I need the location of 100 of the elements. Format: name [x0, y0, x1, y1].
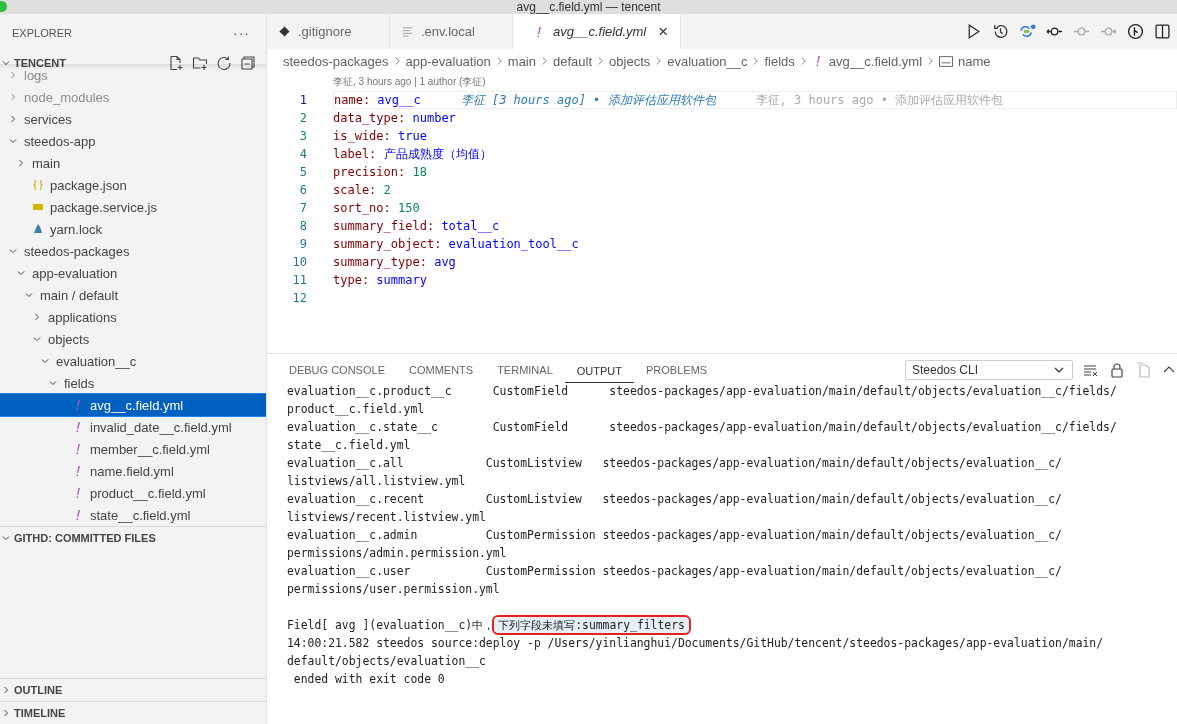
panel-tab[interactable]: PROBLEMS	[634, 356, 720, 384]
tree-item[interactable]: fields	[0, 372, 266, 394]
output-line: ended with exit code 0	[292, 672, 445, 686]
tree-item[interactable]: name.field.yml	[0, 460, 266, 482]
panel-tab[interactable]: COMMENTS	[396, 356, 486, 384]
editor-tab[interactable]: avg__c.field.yml ×	[513, 14, 682, 49]
close-button[interactable]: ×	[658, 21, 669, 42]
channel-dropdown[interactable]: Steedos CLI	[905, 360, 1073, 380]
output-line: state__c.field.yml	[287, 438, 411, 452]
chevron-icon[interactable]	[32, 312, 42, 322]
line-number: 1	[298, 93, 308, 107]
inline-blame: 李征, 3 hours ago • 添加评估应用软件包	[755, 91, 1004, 109]
line-number: 3	[298, 129, 308, 143]
output-line: evaluation__c.recent CustomListview steedos-packages/app-evaluation/main/default/objects/evaluation__c/	[287, 492, 1062, 506]
tree-item[interactable]: main / default	[0, 284, 266, 306]
code-line: summary_object: evaluation_tool__c	[333, 237, 579, 251]
panel-tab[interactable]: OUTPUT	[564, 357, 634, 383]
breadcrumb-item[interactable]: default	[553, 53, 593, 69]
chevron-icon[interactable]	[32, 334, 42, 344]
lock-icon[interactable]	[1109, 362, 1125, 378]
chevron-icon[interactable]	[1, 685, 11, 695]
chevron-icon[interactable]	[1, 533, 11, 543]
section-title[interactable]: GITHD: COMMITTED FILES	[14, 532, 266, 544]
chevron-icon	[752, 56, 760, 66]
window-title: avg__c.field.yml — tencent	[516, 0, 661, 14]
tree-item[interactable]: objects	[0, 328, 266, 350]
chevron-icon[interactable]	[48, 378, 58, 388]
chevron-icon[interactable]	[8, 114, 18, 124]
split-editor-icon[interactable]	[1154, 23, 1171, 40]
chevron-icon[interactable]	[16, 268, 26, 278]
new-folder-icon[interactable]	[192, 55, 208, 71]
chevron-icon	[927, 56, 935, 66]
collapse-all-icon[interactable]	[240, 55, 256, 71]
output-line: listviews/all.listview.yml	[287, 474, 466, 488]
tree-item[interactable]: product__c.field.yml	[0, 482, 266, 504]
tree-item[interactable]: member__c.field.yml	[0, 438, 266, 460]
tree-item[interactable]: package.json	[0, 174, 266, 196]
output-line: default/objects/evaluation__c	[287, 654, 486, 668]
line-number: 4	[298, 147, 308, 161]
tree-item[interactable]: main	[0, 152, 266, 174]
section-title[interactable]: TIMELINE	[14, 707, 266, 719]
section-title[interactable]: OUTLINE	[14, 684, 266, 696]
breadcrumb-item[interactable]: avg__c.field.yml	[828, 53, 923, 69]
output-line: evaluation__c.state__c CustomField steedos-packages/app-evaluation/main/default/objects/evaluation__c/fields/	[287, 420, 1117, 434]
breadcrumb-item[interactable]: fields	[764, 53, 795, 69]
tree-item[interactable]: steedos-app	[0, 130, 266, 152]
output-line: permissions/admin.permission.yml	[287, 546, 507, 560]
breadcrumb-item[interactable]: steedos-packages	[283, 53, 389, 69]
more-actions-button[interactable]: ···	[233, 25, 250, 41]
tree-item[interactable]: invalid_date__c.field.yml	[0, 416, 266, 438]
copy-icon[interactable]	[1135, 362, 1151, 378]
chevron-icon[interactable]	[8, 92, 18, 102]
tree-item[interactable]: avg__c.field.yml	[0, 394, 266, 416]
new-file-icon[interactable]	[168, 55, 184, 71]
breadcrumb-item[interactable]: main	[507, 53, 536, 69]
panel-tab[interactable]: DEBUG CONSOLE	[277, 356, 397, 384]
sidebar-title: EXPLORER	[12, 27, 72, 39]
code-line: name: avg__c	[334, 93, 421, 107]
tree-item[interactable]: services	[0, 108, 266, 130]
tree-item[interactable]: app-evaluation	[0, 262, 266, 284]
chevron-icon[interactable]	[40, 356, 50, 366]
blame-annotation[interactable]: 李征, 3 hours ago | 1 author (李征)	[333, 76, 486, 87]
chevron-icon[interactable]	[24, 290, 34, 300]
chevron-icon	[799, 56, 807, 66]
line-number: 6	[298, 183, 308, 197]
chevron-icon[interactable]	[8, 70, 18, 80]
sync-icon[interactable]	[1019, 23, 1036, 40]
tree-item[interactable]: steedos-packages	[0, 240, 266, 262]
line-number: 7	[298, 201, 308, 215]
tree-item[interactable]: applications	[0, 306, 266, 328]
chevron-icon	[597, 56, 605, 66]
code-line: precision: 18	[333, 165, 427, 179]
editor-tab[interactable]: .gitignore	[267, 14, 390, 49]
refresh-icon[interactable]	[216, 55, 232, 71]
chevron-icon[interactable]	[1, 58, 11, 68]
code-line: scale: 2	[333, 183, 391, 197]
output-line: listviews/recent.listview.yml	[287, 510, 486, 524]
line-number: 9	[298, 237, 308, 251]
tree-item[interactable]: yarn.lock	[0, 218, 266, 240]
chevron-icon[interactable]	[8, 246, 18, 256]
output-line: permissions/user.permission.yml	[287, 582, 500, 596]
chevron-icon	[541, 56, 548, 66]
clear-output-icon[interactable]	[1083, 362, 1099, 378]
chevron-icon[interactable]	[16, 158, 26, 168]
breadcrumb-item[interactable]: app-evaluation	[405, 53, 491, 69]
breadcrumb-item[interactable]: objects	[609, 53, 651, 69]
breadcrumb-item[interactable]: name	[958, 53, 991, 69]
tree-item[interactable]: state__c.field.yml	[0, 504, 266, 526]
string-symbol-icon	[939, 55, 954, 67]
highlighted-output: 下列字段未填写:summary_filters	[494, 617, 689, 633]
chevron-icon[interactable]	[1, 708, 11, 718]
output-line: product__c.field.yml	[287, 402, 425, 416]
chevron-icon[interactable]	[8, 136, 18, 146]
history-icon[interactable]	[992, 23, 1009, 40]
branch-icon[interactable]	[1127, 23, 1144, 40]
tree-item[interactable]: evaluation__c	[0, 350, 266, 372]
caret-icon	[1054, 365, 1064, 375]
tree-item[interactable]: package.service.js	[0, 196, 266, 218]
breadcrumb-item[interactable]: evaluation__c	[667, 53, 748, 69]
panel-tab[interactable]: TERMINAL	[485, 356, 565, 384]
